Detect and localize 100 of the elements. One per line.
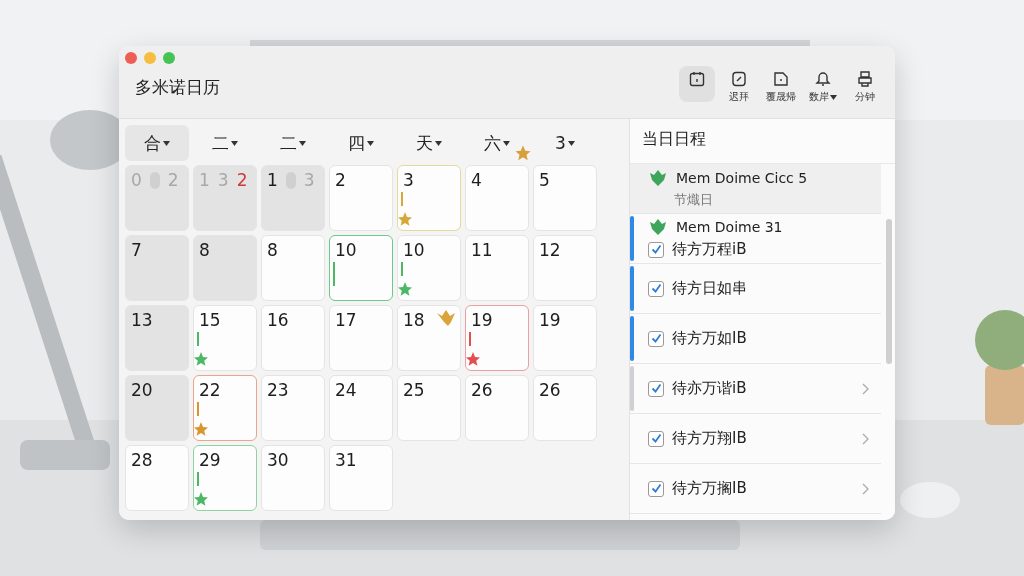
- todo-label: 待方万翔IB: [672, 429, 748, 448]
- day-number: 18: [403, 310, 425, 330]
- note-icon: [730, 70, 748, 88]
- day-cell[interactable]: 22: [193, 375, 257, 441]
- day-cell[interactable]: 23: [261, 375, 325, 441]
- printer-icon: [856, 70, 874, 88]
- todo-item[interactable]: 待方日如串: [630, 264, 881, 314]
- day-cell[interactable]: 4: [465, 165, 529, 231]
- file-icon: [772, 70, 790, 88]
- event-item[interactable]: Mem Doime 31 待方万程iB: [630, 214, 881, 264]
- day-number: 4: [471, 170, 482, 190]
- day-cell[interactable]: 12: [533, 235, 597, 301]
- day-number: 1: [199, 170, 210, 190]
- weekday-tab[interactable]: 二: [261, 125, 325, 161]
- day-cell[interactable]: 31: [329, 445, 393, 511]
- checkbox[interactable]: [648, 380, 664, 397]
- day-number: 2: [236, 170, 248, 190]
- day-cell[interactable]: 18: [397, 305, 461, 371]
- checkbox[interactable]: [648, 280, 664, 297]
- day-cell[interactable]: 8: [193, 235, 257, 301]
- caret-icon: [299, 140, 306, 146]
- day-number: 26: [539, 380, 561, 400]
- day-cell[interactable]: 3: [397, 165, 461, 231]
- day-number: 17: [335, 310, 357, 330]
- day-cell[interactable]: 20: [125, 375, 189, 441]
- day-number: 5: [539, 170, 550, 190]
- holiday-subtitle: 节熾日: [674, 190, 714, 209]
- todo-item[interactable]: 待亦万谐iB: [630, 364, 881, 414]
- day-cell[interactable]: 24: [329, 375, 393, 441]
- weekday-tab[interactable]: 四: [329, 125, 393, 161]
- day-cell[interactable]: 19: [465, 305, 529, 371]
- day-cell[interactable]: 19: [533, 305, 597, 371]
- weekday-tab[interactable]: 二: [193, 125, 257, 161]
- todo-item[interactable]: 待方万搁IB: [630, 464, 881, 514]
- day-number: 3: [403, 170, 414, 190]
- day-cell[interactable]: 8: [261, 235, 325, 301]
- caret-icon: [231, 140, 238, 146]
- day-number: 20: [131, 380, 153, 400]
- day-number: 7: [131, 240, 142, 260]
- day-cell[interactable]: 10: [329, 235, 393, 301]
- day-number: 10: [403, 240, 425, 260]
- calendar-icon: [688, 70, 706, 88]
- scrollbar[interactable]: [886, 219, 892, 364]
- day-number: 3: [217, 170, 229, 190]
- leaf-icon: [648, 168, 668, 187]
- checkbox[interactable]: [648, 480, 664, 497]
- day-cell[interactable]: 30: [261, 445, 325, 511]
- day-number: 1: [267, 170, 278, 190]
- day-cell[interactable]: 5: [533, 165, 597, 231]
- day-cell[interactable]: 17: [329, 305, 393, 371]
- toolbar-button[interactable]: 迟拜: [721, 66, 757, 108]
- weekday-tab[interactable]: 3: [533, 125, 597, 161]
- close-button[interactable]: [125, 52, 137, 64]
- day-number: 30: [267, 450, 289, 470]
- day-number: 19: [539, 310, 561, 330]
- day-cell[interactable]: 26: [465, 375, 529, 441]
- toolbar-button[interactable]: 分钟: [847, 66, 883, 108]
- day-cell[interactable]: 25: [397, 375, 461, 441]
- day-cell[interactable]: 26: [533, 375, 597, 441]
- caret-icon: [435, 140, 442, 146]
- weekday-tab[interactable]: 六: [465, 125, 529, 161]
- day-number: 11: [471, 240, 493, 260]
- day-cell[interactable]: 11: [465, 235, 529, 301]
- leaf-icon: [648, 218, 668, 236]
- day-cell[interactable]: 29: [193, 445, 257, 511]
- day-number: 16: [267, 310, 289, 330]
- day-cell[interactable]: 28: [125, 445, 189, 511]
- day-cell[interactable]: 1 3 2: [193, 165, 257, 231]
- day-cell[interactable]: 2: [329, 165, 393, 231]
- day-cell[interactable]: 10: [397, 235, 461, 301]
- todo-item[interactable]: 待方万如IB: [630, 314, 881, 364]
- day-cell[interactable]: 15: [193, 305, 257, 371]
- todo-label: 待方万如IB: [672, 329, 748, 348]
- day-number: 26: [471, 380, 493, 400]
- day-number: 12: [539, 240, 561, 260]
- day-number: 8: [199, 240, 210, 260]
- day-cell[interactable]: 13: [125, 305, 189, 371]
- caret-icon: [367, 140, 374, 146]
- toolbar-button[interactable]: 覆晟帰: [763, 66, 799, 108]
- holiday-title: Mem Doime Cicc 5: [676, 169, 808, 186]
- event-title: Mem Doime 31: [676, 219, 783, 235]
- day-number: 25: [403, 380, 425, 400]
- day-cell[interactable]: 1 3: [261, 165, 325, 231]
- checkbox[interactable]: [648, 241, 664, 258]
- window-title: 多米诺日历: [135, 76, 221, 99]
- toolbar-button[interactable]: 数岸: [805, 66, 841, 108]
- day-number: 8: [267, 240, 278, 260]
- weekday-tab[interactable]: 天: [397, 125, 461, 161]
- holiday-item[interactable]: Mem Doime Cicc 5 节熾日: [630, 164, 881, 214]
- checkbox[interactable]: [648, 430, 664, 447]
- weekday-tab[interactable]: 合: [125, 125, 189, 161]
- day-number: 19: [471, 310, 493, 330]
- todo-item[interactable]: 待方万翔IB: [630, 414, 881, 464]
- checkbox[interactable]: [648, 330, 664, 347]
- day-cell[interactable]: 7: [125, 235, 189, 301]
- day-cell[interactable]: 16: [261, 305, 325, 371]
- toolbar-button[interactable]: [679, 66, 715, 102]
- todo-label: 待方万程iB: [672, 240, 748, 259]
- day-number: 3: [303, 170, 315, 190]
- caret-icon: [567, 140, 575, 146]
